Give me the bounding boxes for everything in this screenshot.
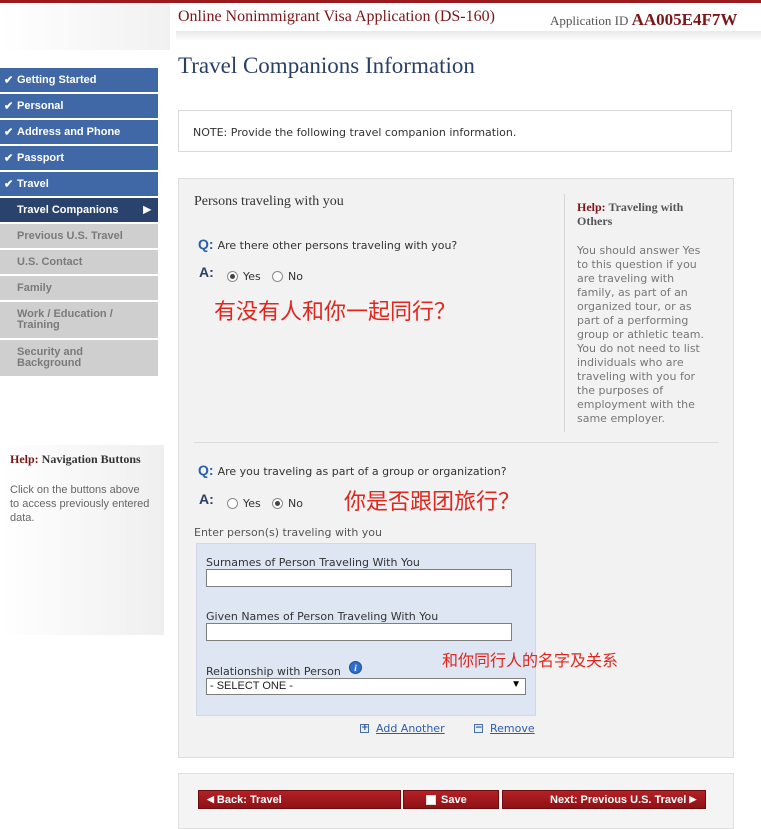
help-navigation-text: Click on the buttons above to access pre…	[10, 484, 150, 524]
nav-item-security: Security and Background	[0, 340, 158, 376]
app-title: Online Nonimmigrant Visa Application (DS…	[178, 8, 495, 25]
nav-item-work-education: Work / Education / Training	[0, 302, 158, 338]
save-disk-icon	[426, 794, 436, 805]
add-icon[interactable]: +	[360, 724, 369, 733]
q2-yes-radio[interactable]	[227, 498, 238, 509]
checkmark-icon: ✔	[4, 152, 14, 165]
add-another-link[interactable]: Add Another	[376, 722, 445, 735]
q2-yes-option[interactable]: Yes	[227, 497, 261, 510]
given-names-label: Given Names of Person Traveling With You	[206, 610, 439, 623]
checkmark-icon: ✔	[4, 100, 14, 113]
arrow-right-icon: ▶	[143, 204, 151, 216]
q-marker: Q:	[198, 236, 214, 252]
section-title: Persons traveling with you	[194, 194, 344, 209]
q2-no-option[interactable]: No	[272, 497, 303, 510]
nav-item-passport[interactable]: ✔ Passport	[0, 146, 158, 170]
annotation-q2: 你是否跟团旅行？	[344, 490, 521, 515]
q-marker: Q:	[198, 462, 214, 478]
relationship-label: Relationship with Person	[206, 665, 341, 678]
nav-item-address-and-phone[interactable]: ✔ Address and Phone	[0, 120, 158, 144]
help-navigation-title: Help: Navigation Buttons	[10, 452, 141, 466]
nav-item-family: Family	[0, 276, 158, 300]
header-separator	[176, 31, 761, 41]
help-navigation-panel	[0, 445, 164, 635]
application-id: Application ID AA005E4F7W	[550, 10, 737, 30]
checkmark-icon: ✔	[4, 178, 14, 191]
nav-item-previous-us-travel: Previous U.S. Travel	[0, 224, 158, 248]
remove-icon[interactable]: −	[474, 724, 483, 733]
help-traveling-text: You should answer Yes to this question i…	[577, 244, 704, 425]
page-title: Travel Companions Information	[178, 53, 475, 78]
a-marker: A:	[199, 491, 214, 507]
nav-item-travel-companions[interactable]: Travel Companions ▶	[0, 198, 158, 222]
a-marker: A:	[199, 264, 214, 280]
arrow-right-icon: ▶	[689, 794, 697, 804]
dropdown-caret-icon: ▼	[511, 679, 521, 690]
q1-no-radio[interactable]	[272, 271, 283, 282]
help-traveling-title: Help: Traveling with Others	[577, 200, 684, 228]
checkmark-icon: ✔	[4, 126, 14, 139]
given-names-input[interactable]	[206, 623, 512, 641]
relationship-select[interactable]: - SELECT ONE - ▼	[206, 678, 526, 695]
sidebar-nav: ✔ Getting Started ✔ Personal ✔ Address and …	[0, 68, 158, 378]
application-id-value: AA005E4F7W	[631, 10, 738, 29]
question-group-travel: Q: Are you traveling as part of a group o…	[198, 462, 507, 478]
nav-item-getting-started[interactable]: ✔ Getting Started	[0, 68, 158, 92]
surname-label: Surnames of Person Traveling With You	[206, 556, 420, 569]
remove-link[interactable]: Remove	[490, 722, 535, 735]
section-divider	[194, 442, 719, 443]
nav-item-travel[interactable]: ✔ Travel	[0, 172, 158, 196]
surname-input[interactable]	[206, 569, 512, 587]
nav-item-personal[interactable]: ✔ Personal	[0, 94, 158, 118]
top-rule	[0, 0, 761, 3]
info-icon[interactable]: i	[349, 661, 362, 674]
annotation-q1: 有没有人和你一起同行？	[214, 300, 457, 325]
q1-yes-radio[interactable]	[227, 271, 238, 282]
note-box: NOTE: Provide the following travel compa…	[178, 110, 732, 152]
header-shadow	[0, 0, 170, 50]
arrow-left-icon: ◀	[207, 794, 214, 804]
q1-yes-option[interactable]: Yes	[227, 270, 261, 283]
back-button[interactable]: ◀ Back: Travel	[198, 790, 401, 809]
question-other-persons: Q: Are there other persons traveling with…	[198, 236, 458, 252]
q1-no-option[interactable]: No	[272, 270, 303, 283]
q2-no-radio[interactable]	[272, 498, 283, 509]
annotation-companion: 和你同行人的名字及关系	[442, 651, 619, 670]
companions-instruction: Enter person(s) traveling with you	[194, 526, 382, 539]
checkmark-icon: ✔	[4, 74, 14, 87]
save-button[interactable]: Save	[403, 790, 499, 809]
nav-item-us-contact: U.S. Contact	[0, 250, 158, 274]
application-id-label: Application ID	[550, 13, 629, 28]
next-button[interactable]: Next: Previous U.S. Travel ▶	[502, 790, 706, 809]
